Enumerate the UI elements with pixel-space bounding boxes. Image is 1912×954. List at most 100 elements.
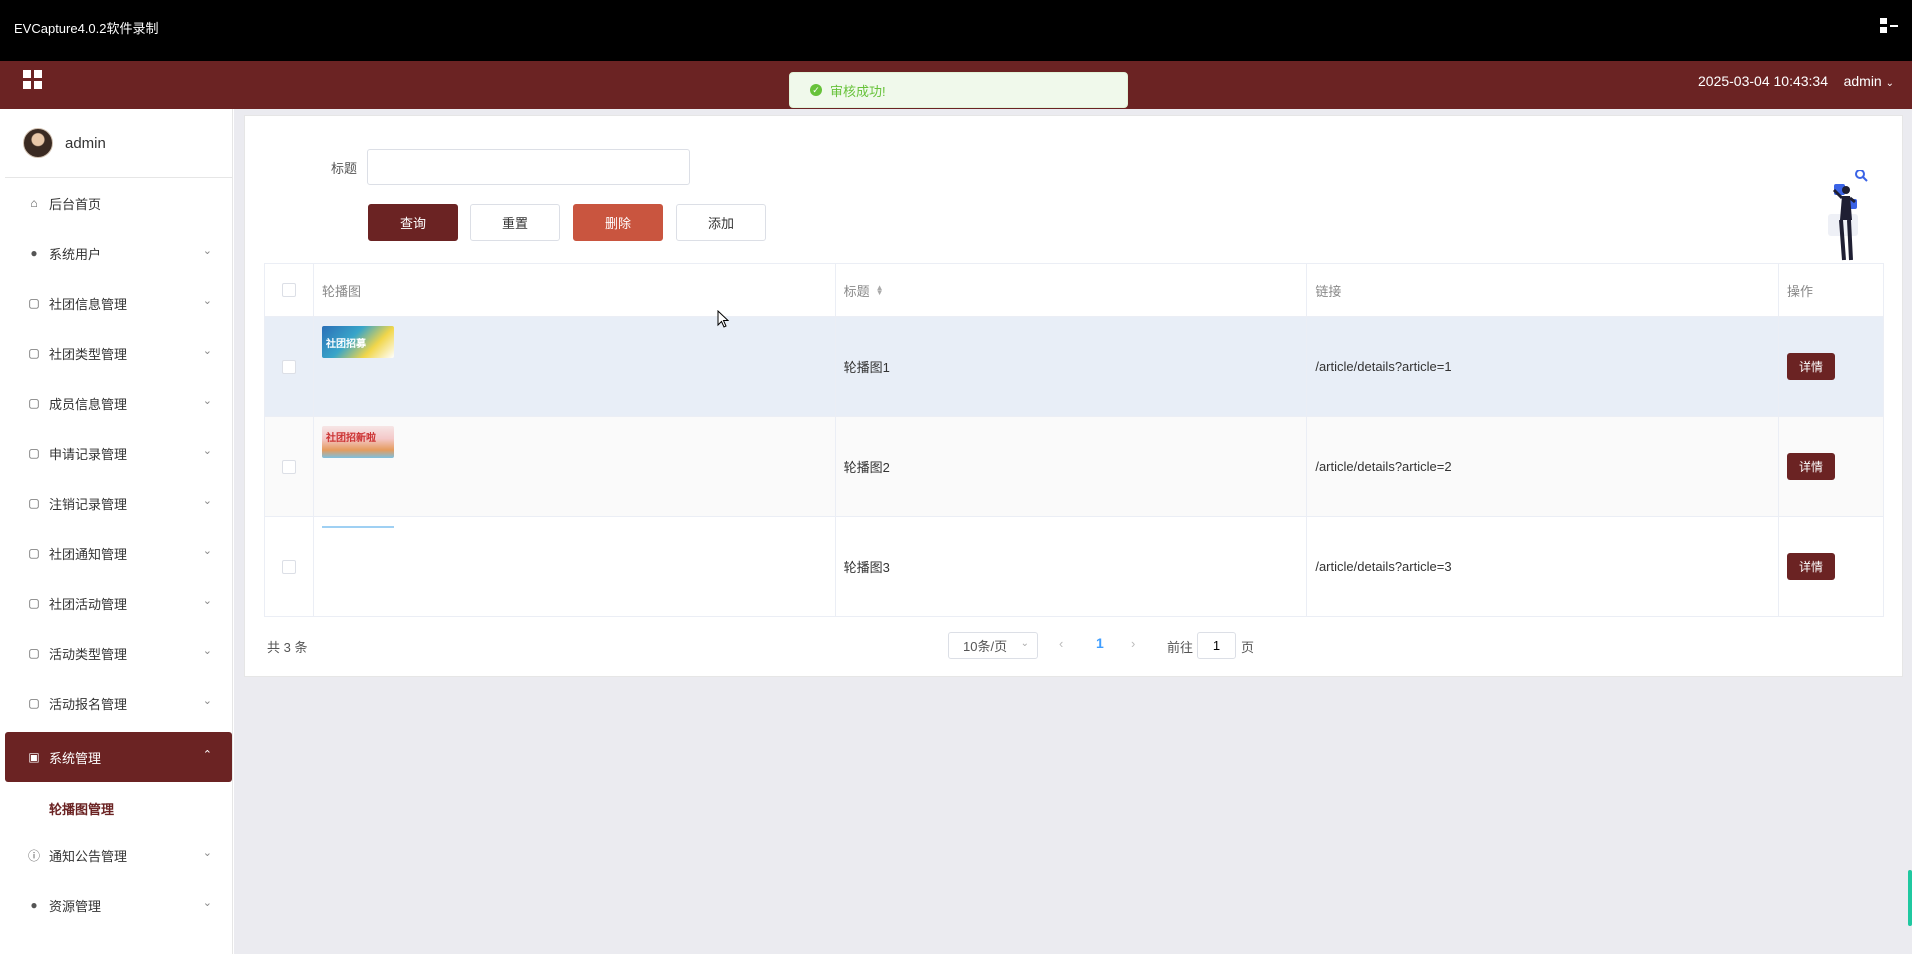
row-select-cell xyxy=(265,517,314,616)
sidebar-item-club-info[interactable]: ▢ 社团信息管理 ⌄ xyxy=(5,278,232,328)
sidebar-item-system-management[interactable]: ▣ 系统管理 ⌃ xyxy=(5,732,232,782)
row-checkbox[interactable] xyxy=(281,359,296,374)
sidebar-item-member-info[interactable]: ▢ 成员信息管理 ⌄ xyxy=(5,378,232,428)
table-row: 轮播图3 /article/details?article=3 详情 xyxy=(265,517,1884,617)
sidebar-item-label: 活动类型管理 xyxy=(49,646,128,662)
toast-message: 审核成功! xyxy=(830,83,886,99)
column-header-image: 轮播图 xyxy=(314,264,836,316)
carousel-thumbnail[interactable]: 社团招新啦 xyxy=(321,426,394,458)
chevron-down-icon: ⌄ xyxy=(202,897,212,909)
chevron-down-icon: ⌄ xyxy=(202,545,212,557)
pagination-total: 共 3 条 xyxy=(267,640,308,655)
query-button[interactable]: 查询 xyxy=(368,204,458,241)
carousel-image-cell: 社团招新啦 xyxy=(314,417,836,516)
sidebar: admin ⌂ 后台首页 ● 系统用户 ⌄ ▢ 社团信息管理 ⌄ ▢ 社团类型管… xyxy=(5,109,233,954)
user-menu-label: admin xyxy=(1843,73,1882,89)
sidebar-item-label: 活动报名管理 xyxy=(49,696,128,712)
row-checkbox[interactable] xyxy=(281,559,296,574)
sidebar-item-label: 成员信息管理 xyxy=(49,396,128,412)
column-header-action: 操作 xyxy=(1779,264,1884,316)
sidebar-item-label: 注销记录管理 xyxy=(49,496,128,512)
sidebar-item-label: 社团类型管理 xyxy=(49,346,128,362)
sidebar-item-announcements[interactable]: ⓘ 通知公告管理 ⌄ xyxy=(5,830,232,880)
table-row: 社团招募 轮播图1 /article/details?article=1 详情 xyxy=(265,317,1884,417)
row-title: 轮播图2 xyxy=(836,417,1308,516)
profile-name: admin xyxy=(65,134,106,152)
sidebar-item-application-records[interactable]: ▢ 申请记录管理 ⌄ xyxy=(5,428,232,478)
current-page-number[interactable]: 1 xyxy=(1096,635,1104,651)
edge-scroll-indicator[interactable] xyxy=(1908,870,1912,926)
main-panel: 标题 查询 重置 删除 添加 轮播图 标题 ▲ ▼ 链接 操作 社团招募 轮播图1 … xyxy=(244,115,1903,677)
home-icon: ⌂ xyxy=(30,196,38,210)
chevron-down-icon: ⌄ xyxy=(202,445,212,457)
add-button[interactable]: 添加 xyxy=(676,204,766,241)
detail-button[interactable]: 详情 xyxy=(1787,553,1836,580)
menu-grid-icon[interactable] xyxy=(23,70,43,90)
carousel-thumbnail[interactable]: 社团招募 xyxy=(321,326,394,358)
picture-icon: ▣ xyxy=(28,750,40,764)
row-action-cell: 详情 xyxy=(1779,517,1884,616)
select-all-checkbox[interactable] xyxy=(281,283,296,297)
row-action-cell: 详情 xyxy=(1779,417,1884,516)
doc-icon: ▢ xyxy=(28,396,40,410)
mouse-cursor-icon xyxy=(717,310,729,328)
goto-suffix: 页 xyxy=(1241,640,1255,655)
user-menu[interactable]: admin ⌄ xyxy=(1844,73,1894,89)
doc-icon: ▢ xyxy=(28,296,40,310)
chevron-down-icon: ⌄ xyxy=(202,847,212,859)
carousel-thumbnail[interactable] xyxy=(321,526,394,528)
sort-icon[interactable]: ▲ ▼ xyxy=(876,284,884,297)
sidebar-item-resources[interactable]: ● 资源管理 ⌄ xyxy=(5,880,232,930)
page-size-select[interactable]: 10条/页 ⌄ xyxy=(948,632,1038,659)
user-icon: ● xyxy=(30,246,38,260)
sidebar-item-system-users[interactable]: ● 系统用户 ⌄ xyxy=(5,228,232,278)
carousel-table: 轮播图 标题 ▲ ▼ 链接 操作 社团招募 轮播图1 /article/detail… xyxy=(264,263,1884,617)
sidebar-item-label: 资源管理 xyxy=(49,898,102,914)
chevron-down-icon: ⌄ xyxy=(202,295,212,307)
chevron-down-icon: ⌄ xyxy=(202,345,212,357)
column-header-title-label: 标题 xyxy=(843,283,870,299)
row-select-cell xyxy=(265,417,314,516)
sidebar-item-label: 申请记录管理 xyxy=(49,446,128,462)
prev-page-icon[interactable]: ‹ xyxy=(1059,636,1063,651)
row-link: /article/details?article=3 xyxy=(1307,517,1780,616)
profile: admin xyxy=(5,109,232,178)
chevron-down-icon: ⌄ xyxy=(202,695,212,707)
sidebar-item-home[interactable]: ⌂ 后台首页 xyxy=(5,178,232,228)
chevron-down-icon: ⌄ xyxy=(202,645,212,657)
doc-icon: ▢ xyxy=(28,496,40,510)
sidebar-item-activity-type[interactable]: ▢ 活动类型管理 ⌄ xyxy=(5,628,232,678)
table-row: 社团招新啦 轮播图2 /article/details?article=2 详情 xyxy=(265,417,1884,517)
sidebar-item-club-notices[interactable]: ▢ 社团通知管理 ⌄ xyxy=(5,528,232,578)
row-title: 轮播图3 xyxy=(836,517,1308,616)
carousel-image-cell: 社团招募 xyxy=(314,317,836,416)
next-page-icon[interactable]: › xyxy=(1131,636,1135,651)
sidebar-item-club-activities[interactable]: ▢ 社团活动管理 ⌄ xyxy=(5,578,232,628)
column-header-title[interactable]: 标题 ▲ ▼ xyxy=(836,264,1308,316)
sidebar-item-club-type[interactable]: ▢ 社团类型管理 ⌄ xyxy=(5,328,232,378)
success-toast: ✓ 审核成功! xyxy=(789,72,1128,108)
doc-icon: ▢ xyxy=(28,596,40,610)
thumbnail-text: 社团招募 xyxy=(325,339,366,350)
search-title-input[interactable] xyxy=(367,149,690,185)
doc-icon: ▢ xyxy=(28,646,40,660)
detail-button[interactable]: 详情 xyxy=(1787,453,1836,480)
delete-button[interactable]: 删除 xyxy=(573,204,663,241)
reset-button[interactable]: 重置 xyxy=(470,204,560,241)
sidebar-subitem-carousel[interactable]: 轮播图管理 xyxy=(5,786,232,830)
sidebar-subitem-label: 轮播图管理 xyxy=(49,801,115,817)
doc-icon: ▢ xyxy=(28,446,40,460)
chevron-down-icon: ⌄ xyxy=(1020,638,1029,649)
detail-button[interactable]: 详情 xyxy=(1787,353,1836,380)
row-title: 轮播图1 xyxy=(836,317,1308,416)
sidebar-item-label: 通知公告管理 xyxy=(49,848,128,864)
sidebar-item-cancellation-records[interactable]: ▢ 注销记录管理 ⌄ xyxy=(5,478,232,528)
sidebar-item-label: 系统用户 xyxy=(49,246,102,262)
row-checkbox[interactable] xyxy=(281,459,296,474)
sidebar-item-label: 社团活动管理 xyxy=(49,596,128,612)
goto-page-input[interactable] xyxy=(1197,632,1236,659)
column-header-link: 链接 xyxy=(1307,264,1780,316)
page-size-value: 10条/页 xyxy=(963,639,1008,654)
minimize-panel-icon[interactable] xyxy=(1880,18,1898,34)
sidebar-item-activity-signup[interactable]: ▢ 活动报名管理 ⌄ xyxy=(5,678,232,728)
